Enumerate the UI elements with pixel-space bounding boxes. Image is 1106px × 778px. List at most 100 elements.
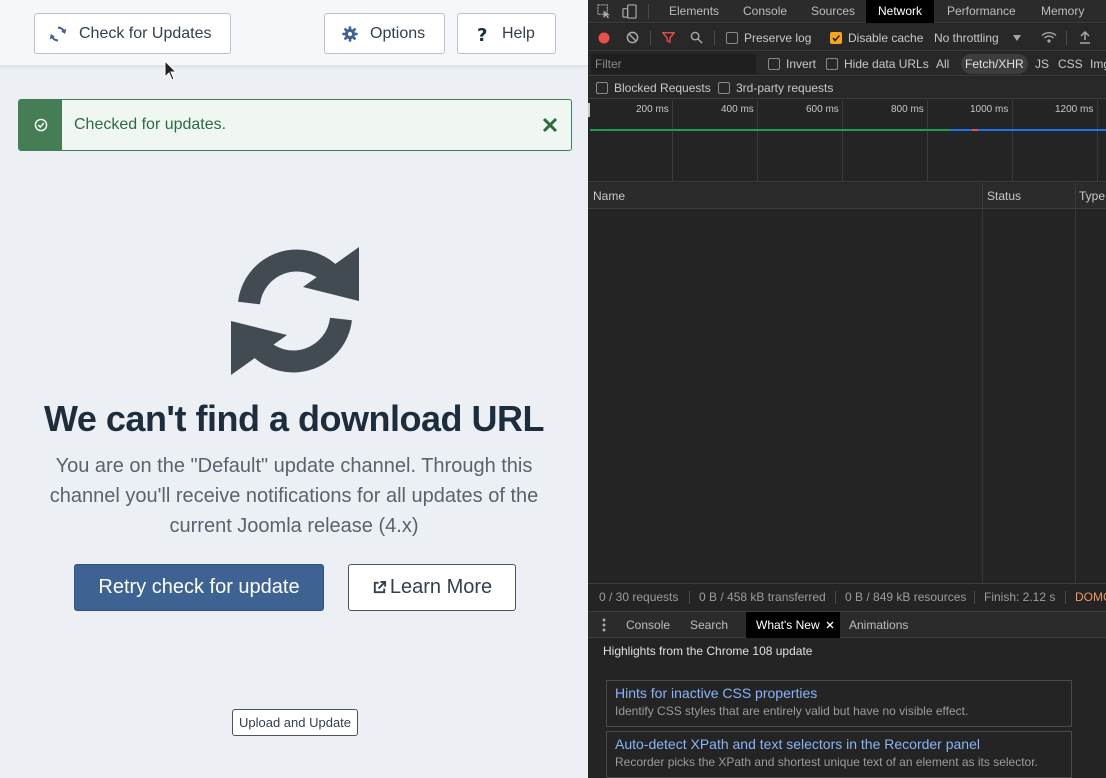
card-title[interactable]: Auto-detect XPath and text selectors in … [615,736,1063,753]
drawer-tab-whats-new[interactable]: What's New [746,612,840,638]
mouse-cursor-icon [164,60,178,81]
whats-new-card[interactable]: Auto-detect XPath and text selectors in … [606,731,1072,778]
search-icon [690,31,703,44]
filter-type-img[interactable]: Img [1086,54,1106,74]
timeline-bar-green [590,129,950,131]
drawer-tab-animations[interactable]: Animations [849,612,908,638]
upload-and-update-button[interactable]: Upload and Update [232,709,358,736]
timeline-gridline [757,100,758,182]
column-name[interactable]: Name [588,183,625,209]
search-button[interactable] [690,24,703,51]
clear-icon [626,31,639,44]
preserve-log-box[interactable] [726,31,738,44]
blocked-requests-row: Blocked Requests 3rd-party requests [588,77,1106,99]
record-icon [598,32,610,43]
status-separator [1065,591,1066,604]
clear-button[interactable] [626,24,639,51]
check-circle-icon [34,118,47,132]
transferred-size: 0 B / 458 kB transferred [699,590,826,604]
inspect-element-icon[interactable] [597,4,612,19]
card-description: Identify CSS styles that are entirely va… [615,704,969,718]
close-tab-icon[interactable] [826,621,834,629]
record-button[interactable] [598,24,610,51]
drawer-tab-bar: Console Search What's New Animations [588,611,1106,638]
learn-more-button[interactable]: Learn More [348,564,516,611]
timeline-gridline [927,100,928,182]
page-description: You are on the "Default" update channel.… [49,455,539,537]
hide-data-urls-box[interactable] [826,58,838,70]
card-title[interactable]: Hints for inactive CSS properties [615,685,1063,702]
filter-toggle-button[interactable] [662,24,675,51]
retry-check-button[interactable]: Retry check for update [74,564,324,611]
column-status[interactable]: Status [982,183,1021,209]
column-divider [982,183,983,583]
filter-row: Invert Hide data URLs All Fetch/XHR JS C… [588,52,1106,76]
filter-type-css[interactable]: CSS [1054,54,1087,74]
third-party-checkbox[interactable]: 3rd-party requests [718,77,833,99]
tab-sources[interactable]: Sources [811,0,855,23]
blocked-requests-checkbox[interactable]: Blocked Requests [596,77,711,99]
status-separator [689,591,690,604]
timeline-gridline [1012,100,1013,182]
whats-new-card[interactable]: Hints for inactive CSS properties Identi… [606,680,1072,727]
timeline-start-marker [588,103,590,117]
check-for-updates-button[interactable]: Check for Updates [34,13,231,54]
dom-content-loaded: DOMC [1075,590,1106,604]
external-link-icon [373,580,386,594]
column-type[interactable]: Type [1074,183,1105,209]
alert-message: Checked for updates. [74,116,227,133]
third-party-box[interactable] [718,82,730,94]
network-conditions-button[interactable] [1041,24,1057,51]
blocked-requests-box[interactable] [596,82,608,94]
toolbar-separator [714,31,715,45]
network-overview-timeline[interactable]: 200 ms 400 ms 600 ms 800 ms 1000 ms 1200… [588,100,1106,182]
tab-performance[interactable]: Performance [947,0,1016,23]
checkmark-icon [832,34,841,42]
status-separator [974,591,975,604]
help-label: Help [502,24,535,42]
import-har-button[interactable] [1079,24,1091,51]
timeline-tick-label: 1000 ms [970,104,1009,115]
tab-memory[interactable]: Memory [1041,0,1084,23]
device-toolbar-icon[interactable] [622,4,637,19]
sync-icon [49,25,67,42]
close-icon[interactable] [542,117,558,133]
timeline-bar-red [972,129,978,131]
filter-type-fetch-xhr[interactable]: Fetch/XHR [961,54,1028,74]
column-divider [1075,183,1076,583]
throttling-value: No throttling [934,30,999,45]
invert-box[interactable] [768,58,780,70]
throttling-select[interactable]: No throttling [934,24,1021,51]
options-label: Options [370,24,426,42]
drawer-tab-console[interactable]: Console [626,612,670,638]
finish-time: Finish: 2.12 s [984,590,1056,604]
timeline-tick-label: 400 ms [721,104,754,115]
more-tools-icon[interactable] [602,618,606,632]
svg-text:?: ? [477,25,487,43]
disable-cache-checkbox[interactable]: Disable cache [830,24,923,51]
tab-network[interactable]: Network [866,0,935,23]
hide-data-urls-checkbox[interactable]: Hide data URLs [826,52,929,76]
drawer-tab-search[interactable]: Search [690,612,728,638]
hide-data-urls-label: Hide data URLs [844,57,929,71]
tab-elements[interactable]: Elements [669,0,719,23]
preserve-log-checkbox[interactable]: Preserve log [726,24,811,51]
upload-icon [1080,31,1090,44]
filter-type-js[interactable]: JS [1031,54,1053,74]
disable-cache-box[interactable] [830,31,842,44]
options-button[interactable]: Options [324,13,445,54]
gear-icon [342,25,358,42]
filter-type-all[interactable]: All [932,54,953,74]
help-button[interactable]: ? Help [457,13,556,54]
tab-console[interactable]: Console [743,0,787,23]
invert-checkbox[interactable]: Invert [768,52,816,76]
retry-check-label: Retry check for update [98,576,300,598]
toolbar-separator [650,31,651,45]
blocked-requests-label: Blocked Requests [614,81,711,95]
whats-new-heading: Highlights from the Chrome 108 update [603,644,813,658]
timeline-gridline [1097,100,1098,182]
success-alert: Checked for updates. [18,99,572,151]
page-heading: We can't find a download URL [44,398,544,439]
filter-input[interactable] [591,54,756,74]
alert-icon-box [19,100,62,150]
